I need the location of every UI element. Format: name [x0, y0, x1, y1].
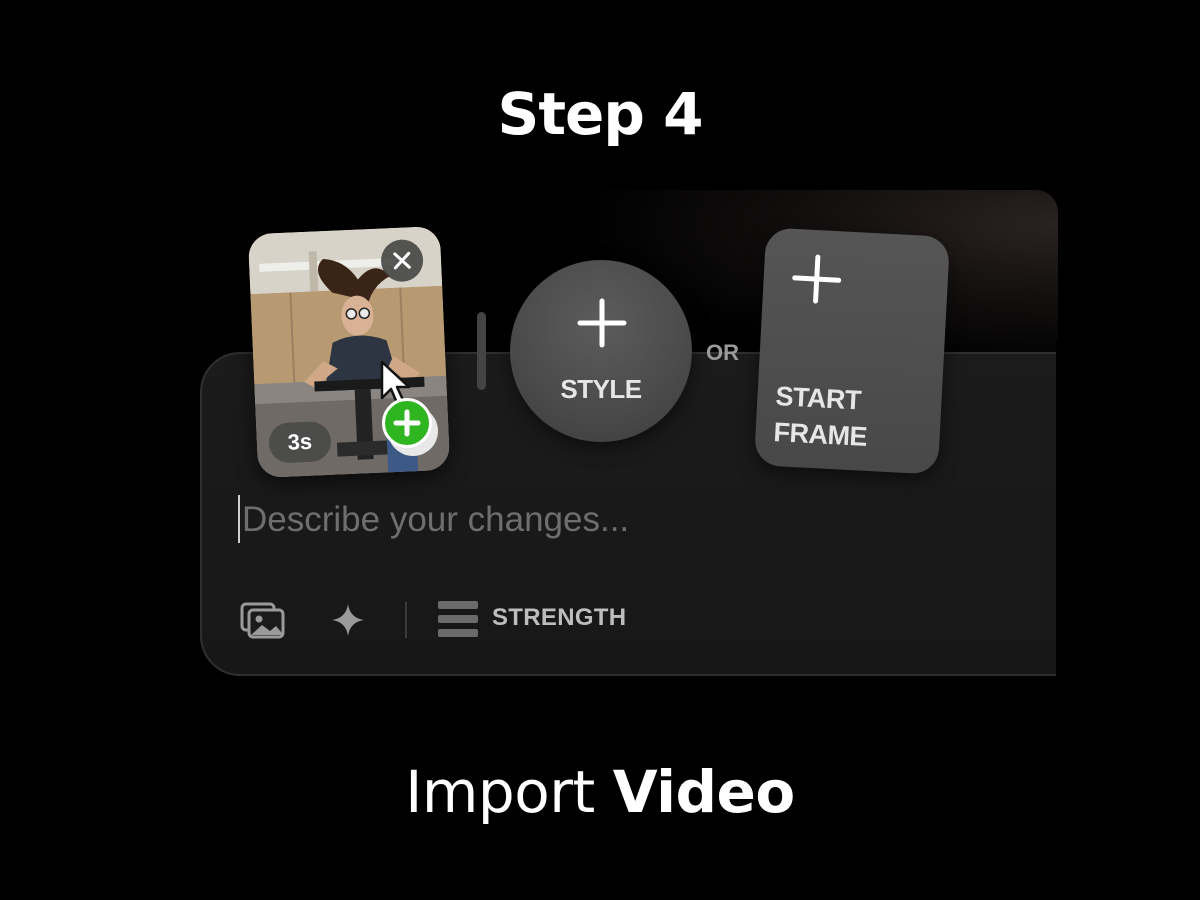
step-title: Step 4 — [497, 80, 704, 148]
start-frame-label: START FRAME — [773, 378, 937, 458]
toolbar-divider — [405, 602, 407, 638]
plus-icon — [792, 254, 842, 304]
caption: Import Video — [0, 758, 1200, 826]
images-icon[interactable] — [240, 600, 286, 640]
sparkle-icon[interactable] — [331, 603, 365, 637]
add-style-button[interactable]: STYLE — [510, 260, 692, 442]
caption-light: Import — [405, 758, 595, 826]
or-separator: OR — [706, 340, 739, 365]
strength-bars-icon — [438, 601, 478, 637]
stage: Step 4 3s STYLE OR START FRAME Describe … — [0, 0, 1200, 900]
close-icon — [393, 251, 411, 270]
style-label: STYLE — [560, 374, 642, 404]
panel-edge — [1056, 340, 1200, 690]
caption-bold: Video — [612, 758, 795, 826]
prompt-input[interactable] — [242, 496, 942, 544]
drop-add-indicator — [382, 398, 432, 448]
start-frame-label-line2: FRAME — [772, 417, 868, 452]
text-caret — [238, 495, 240, 543]
duration-badge: 3s — [268, 420, 332, 464]
strength-label: STRENGTH — [492, 604, 627, 631]
plus-icon — [577, 298, 627, 348]
plus-icon — [393, 409, 421, 437]
add-start-frame-button[interactable]: START FRAME — [753, 227, 951, 475]
drag-handle[interactable] — [477, 312, 486, 390]
